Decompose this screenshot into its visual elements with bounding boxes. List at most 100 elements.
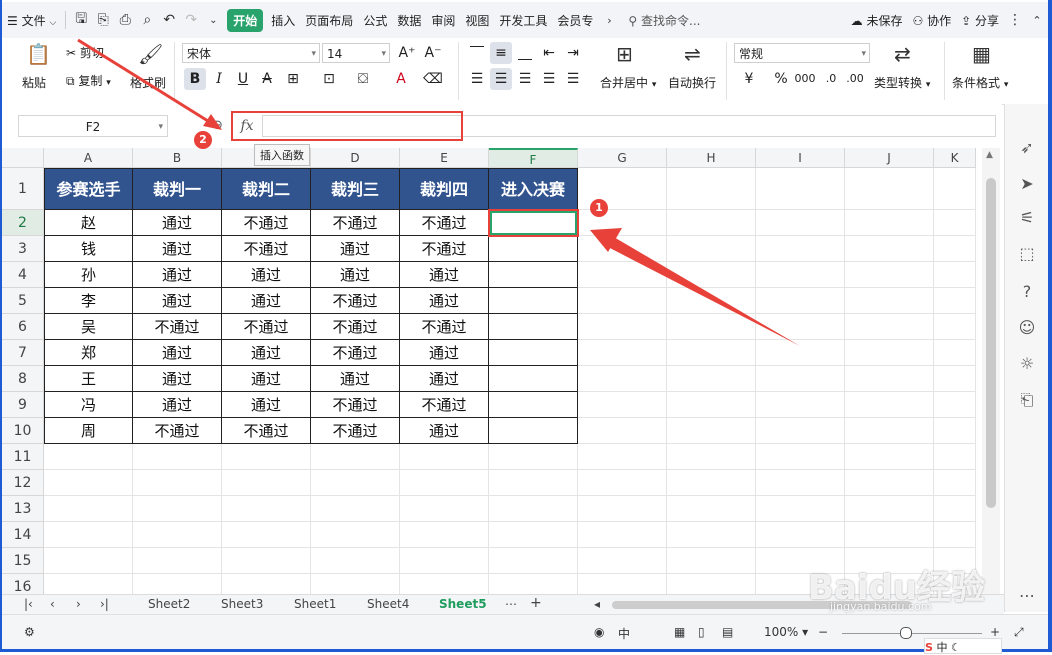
rocket-icon[interactable]: ➶: [1017, 138, 1037, 157]
cell[interactable]: [756, 340, 845, 366]
border-icon[interactable]: ⊞: [282, 68, 304, 90]
column-header-d[interactable]: D: [311, 148, 400, 168]
table-cell[interactable]: 不通过: [222, 314, 311, 340]
cell[interactable]: [934, 522, 976, 548]
cell[interactable]: [845, 210, 934, 236]
type-convert-button[interactable]: 类型转换 ▾: [874, 74, 930, 91]
table-cell[interactable]: 不通过: [133, 314, 222, 340]
cell[interactable]: [934, 366, 976, 392]
cell[interactable]: [756, 314, 845, 340]
column-header-f[interactable]: F: [489, 148, 578, 168]
zoom-out-icon[interactable]: ⊖: [212, 118, 223, 133]
cell[interactable]: [934, 392, 976, 418]
tab-home[interactable]: 开始: [227, 8, 264, 32]
font-size-select[interactable]: 14 ▾: [322, 43, 390, 63]
cell[interactable]: [133, 522, 222, 548]
table-header-cell[interactable]: 参赛选手: [44, 168, 133, 210]
table-cell[interactable]: 通过: [311, 262, 400, 288]
cell[interactable]: [667, 444, 756, 470]
cell[interactable]: [44, 444, 133, 470]
conditional-format-button[interactable]: 条件格式 ▾: [952, 74, 1008, 91]
table-cell[interactable]: 不通过: [311, 392, 400, 418]
cell[interactable]: [667, 392, 756, 418]
cell[interactable]: [133, 574, 222, 594]
cell[interactable]: [845, 470, 934, 496]
row-header-11[interactable]: 11: [2, 444, 44, 470]
table-cell[interactable]: 周: [44, 418, 133, 444]
cell[interactable]: [311, 522, 400, 548]
cell[interactable]: [489, 496, 578, 522]
table-cell[interactable]: 不通过: [311, 314, 400, 340]
book-icon[interactable]: ⎗: [1017, 390, 1037, 410]
cut-button[interactable]: ✂ 剪切: [66, 44, 104, 61]
cell[interactable]: [667, 262, 756, 288]
cell[interactable]: [489, 522, 578, 548]
cell[interactable]: [578, 470, 667, 496]
cell[interactable]: [845, 262, 934, 288]
row-header-5[interactable]: 5: [2, 288, 44, 314]
table-cell[interactable]: 赵: [44, 210, 133, 236]
align-top-icon[interactable]: ⎺: [466, 42, 488, 64]
column-header-e[interactable]: E: [400, 148, 489, 168]
table-cell[interactable]: 通过: [133, 288, 222, 314]
tab-member[interactable]: 会员专: [552, 12, 598, 29]
page-layout-view-icon[interactable]: ▯: [698, 625, 705, 639]
cell[interactable]: [756, 262, 845, 288]
cell[interactable]: [133, 548, 222, 574]
table-cell[interactable]: [489, 236, 578, 262]
cell[interactable]: [756, 288, 845, 314]
collapse-ribbon-icon[interactable]: ⌃: [1026, 14, 1048, 27]
cell[interactable]: [934, 418, 976, 444]
underline-icon[interactable]: U: [232, 68, 254, 90]
table-cell[interactable]: 不通过: [222, 236, 311, 262]
cell[interactable]: [934, 262, 976, 288]
table-header-cell[interactable]: 裁判四: [400, 168, 489, 210]
cell[interactable]: [845, 366, 934, 392]
table-cell[interactable]: 通过: [311, 236, 400, 262]
cell[interactable]: [934, 168, 976, 210]
table-cell[interactable]: 通过: [222, 392, 311, 418]
thousands-icon[interactable]: 000: [794, 68, 816, 90]
cell[interactable]: [133, 496, 222, 522]
paste-button[interactable]: 粘贴: [22, 74, 46, 91]
cell[interactable]: [667, 210, 756, 236]
zoom-in-button[interactable]: +: [990, 625, 1000, 639]
column-header-i[interactable]: I: [756, 148, 845, 168]
font-name-select[interactable]: 宋体 ▾: [182, 43, 320, 63]
table-cell[interactable]: 不通过: [400, 210, 489, 236]
sliders-icon[interactable]: ⚟: [1017, 208, 1037, 227]
cell[interactable]: [222, 574, 311, 594]
row-header-6[interactable]: 6: [2, 314, 44, 340]
lightbulb-icon[interactable]: ☼: [1017, 354, 1037, 373]
tab-view[interactable]: 视图: [460, 12, 494, 29]
redo-icon[interactable]: ↷: [180, 12, 202, 28]
cell[interactable]: [756, 444, 845, 470]
decimal-decrease-icon[interactable]: .00: [844, 68, 866, 90]
table-cell[interactable]: 不通过: [400, 314, 489, 340]
cell[interactable]: [667, 574, 756, 594]
cell[interactable]: [756, 522, 845, 548]
cell[interactable]: [756, 470, 845, 496]
cell[interactable]: [311, 574, 400, 594]
table-cell[interactable]: 通过: [133, 366, 222, 392]
cell[interactable]: [845, 392, 934, 418]
table-cell[interactable]: 吴: [44, 314, 133, 340]
shapes-icon[interactable]: ⬚: [1017, 244, 1037, 263]
undo-icon[interactable]: ↶: [158, 12, 180, 28]
row-header-2[interactable]: 2: [2, 210, 44, 236]
table-cell[interactable]: [489, 340, 578, 366]
cell[interactable]: [489, 470, 578, 496]
cell[interactable]: [756, 168, 845, 210]
cell[interactable]: [578, 340, 667, 366]
cell[interactable]: [845, 340, 934, 366]
macro-icon[interactable]: ⚙: [24, 625, 35, 639]
cell[interactable]: [845, 236, 934, 262]
align-left-icon[interactable]: ☰: [466, 68, 488, 90]
increase-font-icon[interactable]: A⁺: [396, 42, 418, 64]
cell[interactable]: [845, 168, 934, 210]
cell[interactable]: [667, 418, 756, 444]
sheet-tab-sheet1[interactable]: Sheet1: [294, 597, 336, 611]
cell[interactable]: [400, 522, 489, 548]
cell[interactable]: [44, 522, 133, 548]
cell[interactable]: [667, 548, 756, 574]
